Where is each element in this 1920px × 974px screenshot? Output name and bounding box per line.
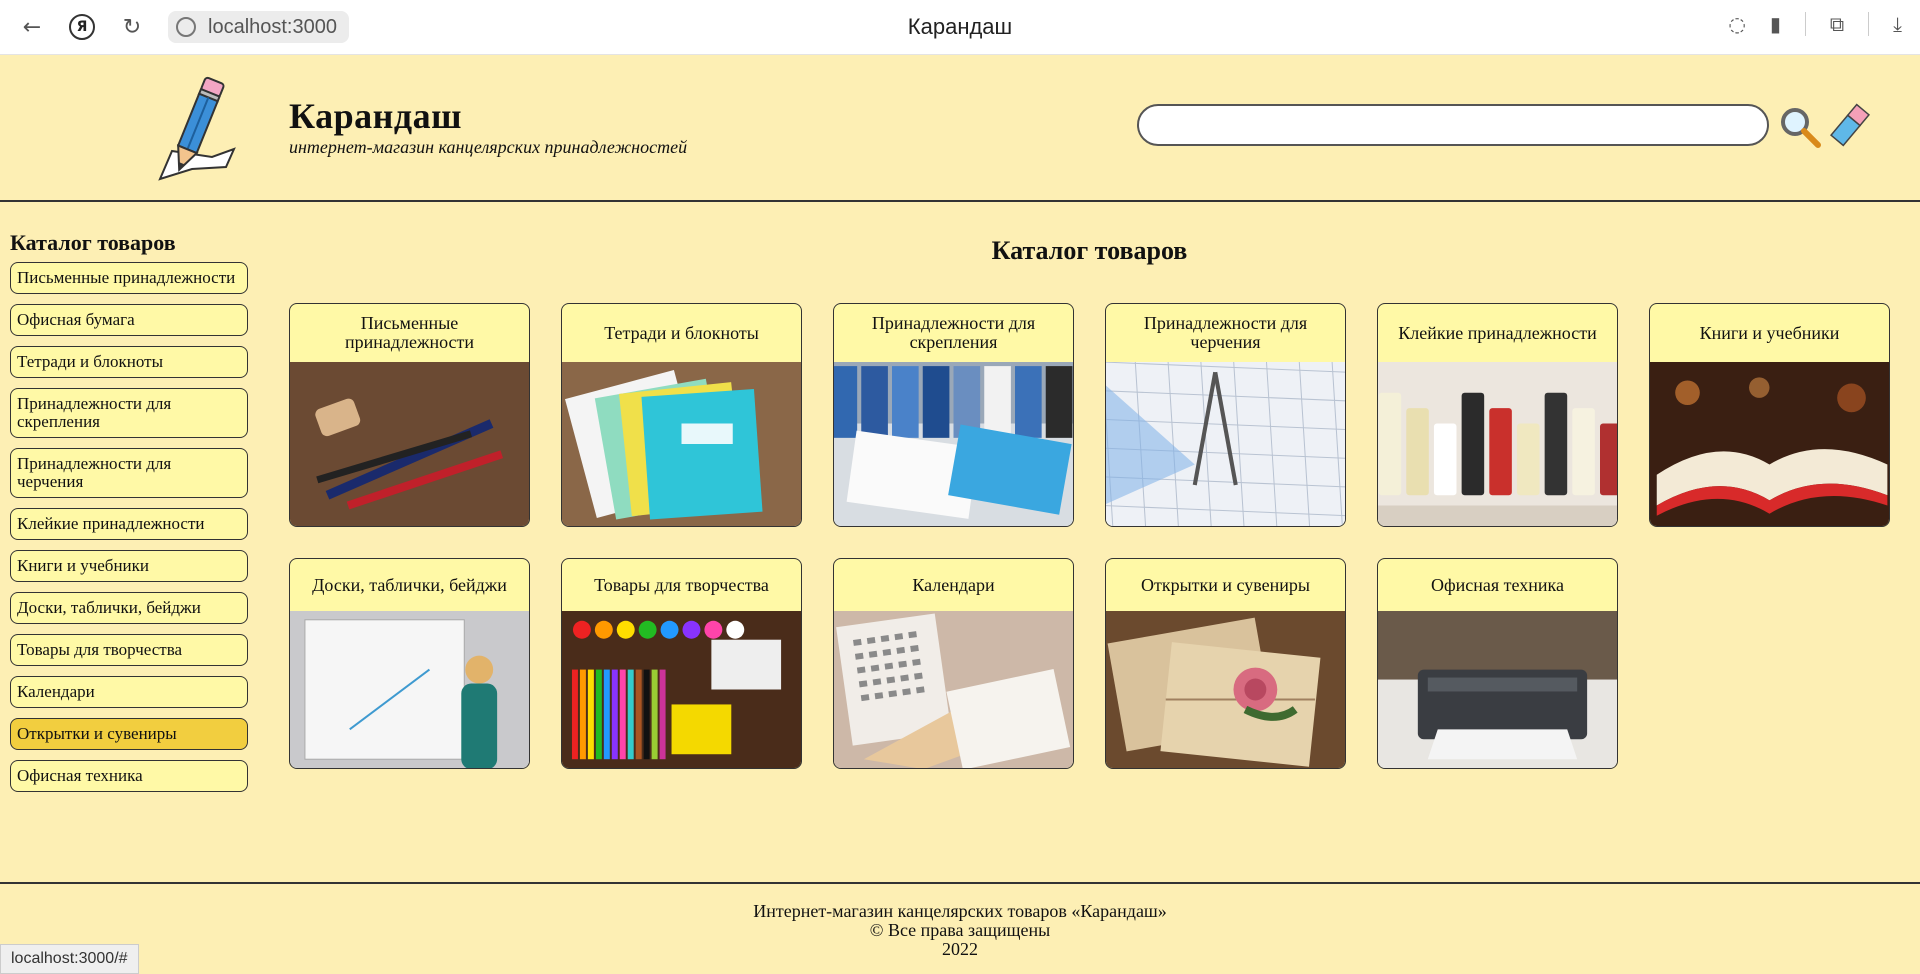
eraser-icon[interactable]: [1830, 103, 1870, 147]
printer-photo: [1378, 611, 1617, 768]
catalog-card[interactable]: Принадлежности для черчения: [1105, 303, 1346, 527]
yandex-icon[interactable]: Я: [64, 9, 100, 45]
status-url: localhost:3000/#: [0, 944, 139, 974]
sidebar-item[interactable]: Офисная бумага: [10, 304, 248, 336]
address-bar[interactable]: localhost:3000: [168, 11, 349, 43]
catalog-card-title: Доски, таблички, бейджи: [312, 574, 507, 595]
site-title: Карандаш: [289, 96, 462, 136]
catalog-card[interactable]: Принадлежности для скрепления: [833, 303, 1074, 527]
glue-photo: [1378, 362, 1617, 526]
book-photo: [1650, 362, 1889, 526]
catalog-card[interactable]: Клейкие принадлежности: [1377, 303, 1618, 527]
sidebar-heading: Каталог товаров: [10, 230, 176, 255]
address-text: localhost:3000: [208, 15, 337, 38]
sidebar-catalog: Каталог товаров Письменные принадлежност…: [10, 230, 250, 802]
translate-icon[interactable]: ⧉: [1830, 12, 1844, 36]
footer-copyright: © Все права защищены: [869, 920, 1051, 940]
sidebar-list: Письменные принадлежности Офисная бумага Т…: [10, 262, 250, 792]
pens-photo: [290, 362, 529, 526]
site-subtitle: интернет-магазин канцелярских принадлежн…: [289, 137, 688, 157]
footer-line: Интернет-магазин канцелярских товаров «К…: [753, 901, 1167, 921]
catalog-card-title: Принадлежности для скрепления: [871, 313, 1036, 352]
globe-icon: [176, 17, 196, 37]
catalog-card[interactable]: Товары для творчества: [561, 558, 802, 769]
download-icon[interactable]: ⤓: [1893, 12, 1902, 36]
sidebar-item[interactable]: Клейкие принадлежности: [10, 508, 248, 540]
postcards-photo: [1106, 611, 1345, 768]
catalog-card-title: Книги и учебники: [1699, 322, 1840, 343]
sidebar-item[interactable]: Доски, таблички, бейджи: [10, 592, 248, 624]
catalog-card[interactable]: Тетради и блокноты: [561, 303, 802, 527]
sidebar-item[interactable]: Тетради и блокноты: [10, 346, 248, 378]
footer: Интернет-магазин канцелярских товаров «К…: [0, 882, 1920, 974]
drafting-photo: [1106, 362, 1345, 526]
back-arrow-icon[interactable]: ←: [14, 9, 50, 45]
catalog-card-title: Офисная техника: [1430, 574, 1565, 595]
search-input[interactable]: [1137, 104, 1769, 146]
catalog-card-title: Календари: [912, 574, 995, 595]
search-icon[interactable]: [1778, 105, 1822, 149]
sidebar-item[interactable]: Книги и учебники: [10, 550, 248, 582]
catalog-card[interactable]: Офисная техника: [1377, 558, 1618, 769]
pencil-logo-icon[interactable]: [152, 73, 242, 183]
sidebar-item[interactable]: Принадлежности для скрепления: [10, 388, 248, 438]
comment-icon[interactable]: ◌: [1728, 12, 1745, 36]
catalog-card-title: Принадлежности для черчения: [1143, 313, 1308, 352]
sidebar-item[interactable]: Принадлежности для черчения: [10, 448, 248, 498]
catalog-card[interactable]: Открытки и сувениры: [1105, 558, 1346, 769]
divider: [1868, 12, 1870, 36]
notebooks-photo: [562, 362, 801, 526]
sidebar-item[interactable]: Офисная техника: [10, 760, 248, 792]
site-header: Карандаш интернет-магазин канцелярских п…: [0, 55, 1920, 202]
bookmark-icon[interactable]: ▮: [1770, 12, 1781, 36]
whiteboard-photo: [290, 611, 529, 768]
reload-icon[interactable]: ↻: [114, 9, 150, 45]
calendar-photo: [834, 611, 1073, 768]
art-supplies-photo: [562, 611, 801, 768]
sidebar-item[interactable]: Календари: [10, 676, 248, 708]
sidebar-item[interactable]: Открытки и сувениры: [10, 718, 248, 750]
catalog-card[interactable]: Календари: [833, 558, 1074, 769]
footer-year: 2022: [942, 939, 978, 959]
catalog-card-title: Тетради и блокноты: [604, 322, 759, 343]
sidebar-item[interactable]: Письменные принадлежности: [10, 262, 248, 294]
catalog-card-title: Клейкие принадлежности: [1398, 322, 1597, 343]
binders-photo: [834, 362, 1073, 526]
catalog-card-title: Товары для творчества: [594, 574, 769, 595]
browser-toolbar: ← Я ↻ localhost:3000 Карандаш ◌ ▮ ⧉ ⤓: [0, 0, 1920, 55]
catalog-card-title: Открытки и сувениры: [1140, 574, 1311, 595]
catalog-card-title: Письменные принадлежности: [344, 313, 475, 352]
divider: [1804, 12, 1806, 36]
sidebar-item[interactable]: Товары для творчества: [10, 634, 248, 666]
catalog-card[interactable]: Доски, таблички, бейджи: [289, 558, 530, 769]
page-title: Каталог товаров: [991, 236, 1188, 265]
catalog-card[interactable]: Книги и учебники: [1649, 303, 1890, 527]
catalog-card[interactable]: Письменные принадлежности: [289, 303, 530, 527]
